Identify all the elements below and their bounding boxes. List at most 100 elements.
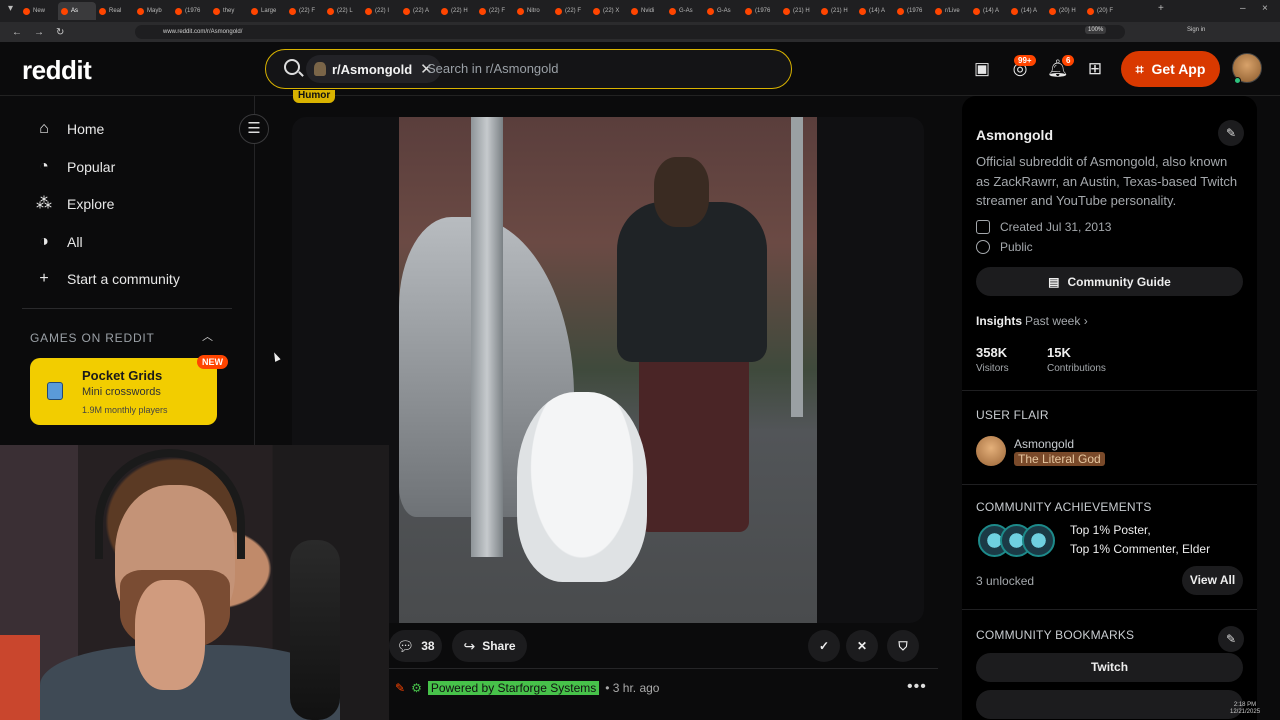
browser-tab[interactable]: As — [58, 2, 96, 20]
chevron-up-icon[interactable]: ︿ — [202, 328, 213, 344]
browser-tab[interactable]: (22) A — [400, 2, 438, 20]
browser-sign-in[interactable]: Sign in — [1187, 27, 1205, 33]
ads-icon[interactable]: ▣ — [972, 59, 992, 79]
tab-menu-icon[interactable]: ▾ — [8, 3, 13, 14]
reddit-logo[interactable]: reddit — [22, 55, 92, 86]
pin-icon: ✎ — [395, 681, 406, 695]
back-icon[interactable]: ← — [12, 27, 22, 38]
minimize-icon[interactable]: – — [1240, 3, 1246, 14]
sidebar-item-start-community[interactable]: + Start a community — [35, 267, 180, 291]
flair-username[interactable]: Asmongold — [1014, 437, 1074, 451]
browser-tab[interactable]: G-As — [704, 2, 742, 20]
system-tray: 2:18 PM 12/21/2025 — [1160, 700, 1280, 720]
browser-tab[interactable]: (22) H — [438, 2, 476, 20]
forward-icon[interactable]: → — [34, 27, 44, 38]
browser-tab[interactable]: (14) A — [1008, 2, 1046, 20]
game-card-pocket-grids[interactable]: Pocket Grids Mini crosswords 1.9M monthl… — [30, 358, 217, 425]
comments-button[interactable]: 💬︎ 38 — [389, 630, 442, 662]
tab-label: (22) F — [489, 8, 506, 14]
approve-button[interactable]: ✓ — [808, 630, 840, 662]
get-app-button[interactable]: ⌗ Get App — [1121, 51, 1220, 87]
browser-tab[interactable]: (21) H — [780, 2, 818, 20]
browser-tab[interactable]: (22) I — [362, 2, 400, 20]
zoom-indicator[interactable]: 100% — [1085, 26, 1107, 34]
remove-button[interactable]: ✕ — [846, 630, 878, 662]
explore-icon: ⁂ — [36, 195, 52, 212]
tab-favicon-icon — [631, 7, 638, 15]
browser-tab[interactable]: (21) H — [818, 2, 856, 20]
tab-favicon-icon — [517, 7, 524, 15]
post-action-bar: 💬︎ 38 ↪ Share ✓ ✕ ⛉ — [389, 630, 939, 662]
browser-tab[interactable]: New — [20, 2, 58, 20]
tab-favicon-icon — [23, 7, 30, 15]
browser-tab[interactable]: (20) F — [1084, 2, 1122, 20]
share-button[interactable]: ↪ Share — [452, 630, 527, 662]
browser-tab[interactable]: (22) L — [324, 2, 362, 20]
search-input[interactable]: Search in r/Asmongold — [427, 61, 559, 76]
tab-label: (1976 — [755, 8, 771, 14]
browser-tab[interactable]: (14) A — [856, 2, 894, 20]
browser-tab[interactable]: (1976 — [894, 2, 932, 20]
game-players: 1.9M monthly players — [82, 405, 168, 415]
sidebar-item-popular[interactable]: ◔ Popular — [35, 155, 115, 179]
browser-tab[interactable]: Real — [96, 2, 134, 20]
browser-tab[interactable]: (22) X — [590, 2, 628, 20]
subreddit-search-chip[interactable]: r/Asmongold ✕ — [306, 55, 441, 83]
edit-pencil-icon[interactable]: ✎ — [1218, 120, 1244, 146]
view-all-button[interactable]: View All — [1182, 566, 1243, 595]
image-man-head — [654, 157, 709, 227]
new-tab-icon[interactable]: + — [1158, 3, 1164, 14]
achievements-heading: COMMUNITY ACHIEVEMENTS — [976, 500, 1152, 514]
community-guide-button[interactable]: ▤ Community Guide — [976, 267, 1243, 296]
browser-tab[interactable]: (22) F — [286, 2, 324, 20]
browser-tab[interactable]: (22) F — [476, 2, 514, 20]
tray-clock[interactable]: 2:18 PM 12/21/2025 — [1230, 702, 1260, 716]
browser-tab[interactable]: (1976 — [172, 2, 210, 20]
image-pole — [471, 117, 503, 557]
mod-shield-button[interactable]: ⛉ — [887, 630, 919, 662]
close-icon: ✕ — [856, 639, 868, 653]
browser-tab[interactable]: Nitro — [514, 2, 552, 20]
browser-tab[interactable]: (20) H — [1046, 2, 1084, 20]
browser-tab[interactable]: Mayb — [134, 2, 172, 20]
insights-period-dropdown[interactable]: Past week › — [1025, 314, 1088, 328]
browser-tab[interactable]: they — [210, 2, 248, 20]
sponsor-name[interactable]: Powered by Starforge Systems — [427, 681, 600, 695]
sidebar-item-label: Popular — [67, 159, 116, 175]
bookmark-twitch-button[interactable]: Twitch — [976, 653, 1243, 682]
section-divider — [962, 484, 1257, 485]
sidebar-item-all[interactable]: ◑ All — [35, 230, 82, 254]
tab-favicon-icon — [175, 7, 182, 15]
browser-tab[interactable]: (1976 — [742, 2, 780, 20]
sidebar-item-explore[interactable]: ⁂ Explore — [35, 192, 114, 216]
post-flair[interactable]: Humor — [293, 90, 336, 103]
browser-tab[interactable]: Nvidi — [628, 2, 666, 20]
post-image[interactable] — [399, 117, 817, 623]
contributions-value: 15K — [1047, 345, 1071, 360]
search-bar[interactable]: r/Asmongold ✕ Search in r/Asmongold — [265, 49, 792, 89]
close-window-icon[interactable]: × — [1262, 3, 1268, 14]
edit-pencil-icon[interactable]: ✎ — [1218, 626, 1244, 652]
url-field[interactable]: www.reddit.com/r/Asmongold/ — [135, 25, 1125, 39]
browser-tab[interactable]: r/Live — [932, 2, 970, 20]
reload-icon[interactable]: ↻ — [56, 27, 64, 38]
browser-tab[interactable]: (14) A — [970, 2, 1008, 20]
browser-tab[interactable]: G-As — [666, 2, 704, 20]
games-section-heading[interactable]: GAMES ON REDDIT — [30, 331, 155, 345]
get-app-label: Get App — [1151, 61, 1206, 77]
flair-avatar[interactable] — [976, 436, 1006, 466]
achievement-badge-icon[interactable] — [1022, 524, 1055, 557]
sidebar-toggle-button[interactable]: ☰ — [239, 114, 269, 144]
tray-time: 2:18 PM — [1233, 702, 1257, 708]
more-options-icon[interactable]: ••• — [907, 678, 927, 696]
create-post-icon[interactable]: ⊞ — [1085, 59, 1105, 79]
browser-tab[interactable]: Large — [248, 2, 286, 20]
sidebar-item-home[interactable]: ⌂ Home — [35, 117, 104, 141]
section-divider — [962, 390, 1257, 391]
tab-favicon-icon — [213, 7, 220, 15]
browser-tab[interactable]: (22) F — [552, 2, 590, 20]
flair-badge[interactable]: The Literal God — [1014, 452, 1105, 466]
tray-date: 12/21/2025 — [1230, 709, 1261, 715]
game-title: Pocket Grids — [82, 368, 163, 383]
subreddit-chip-label: r/Asmongold — [332, 61, 413, 77]
